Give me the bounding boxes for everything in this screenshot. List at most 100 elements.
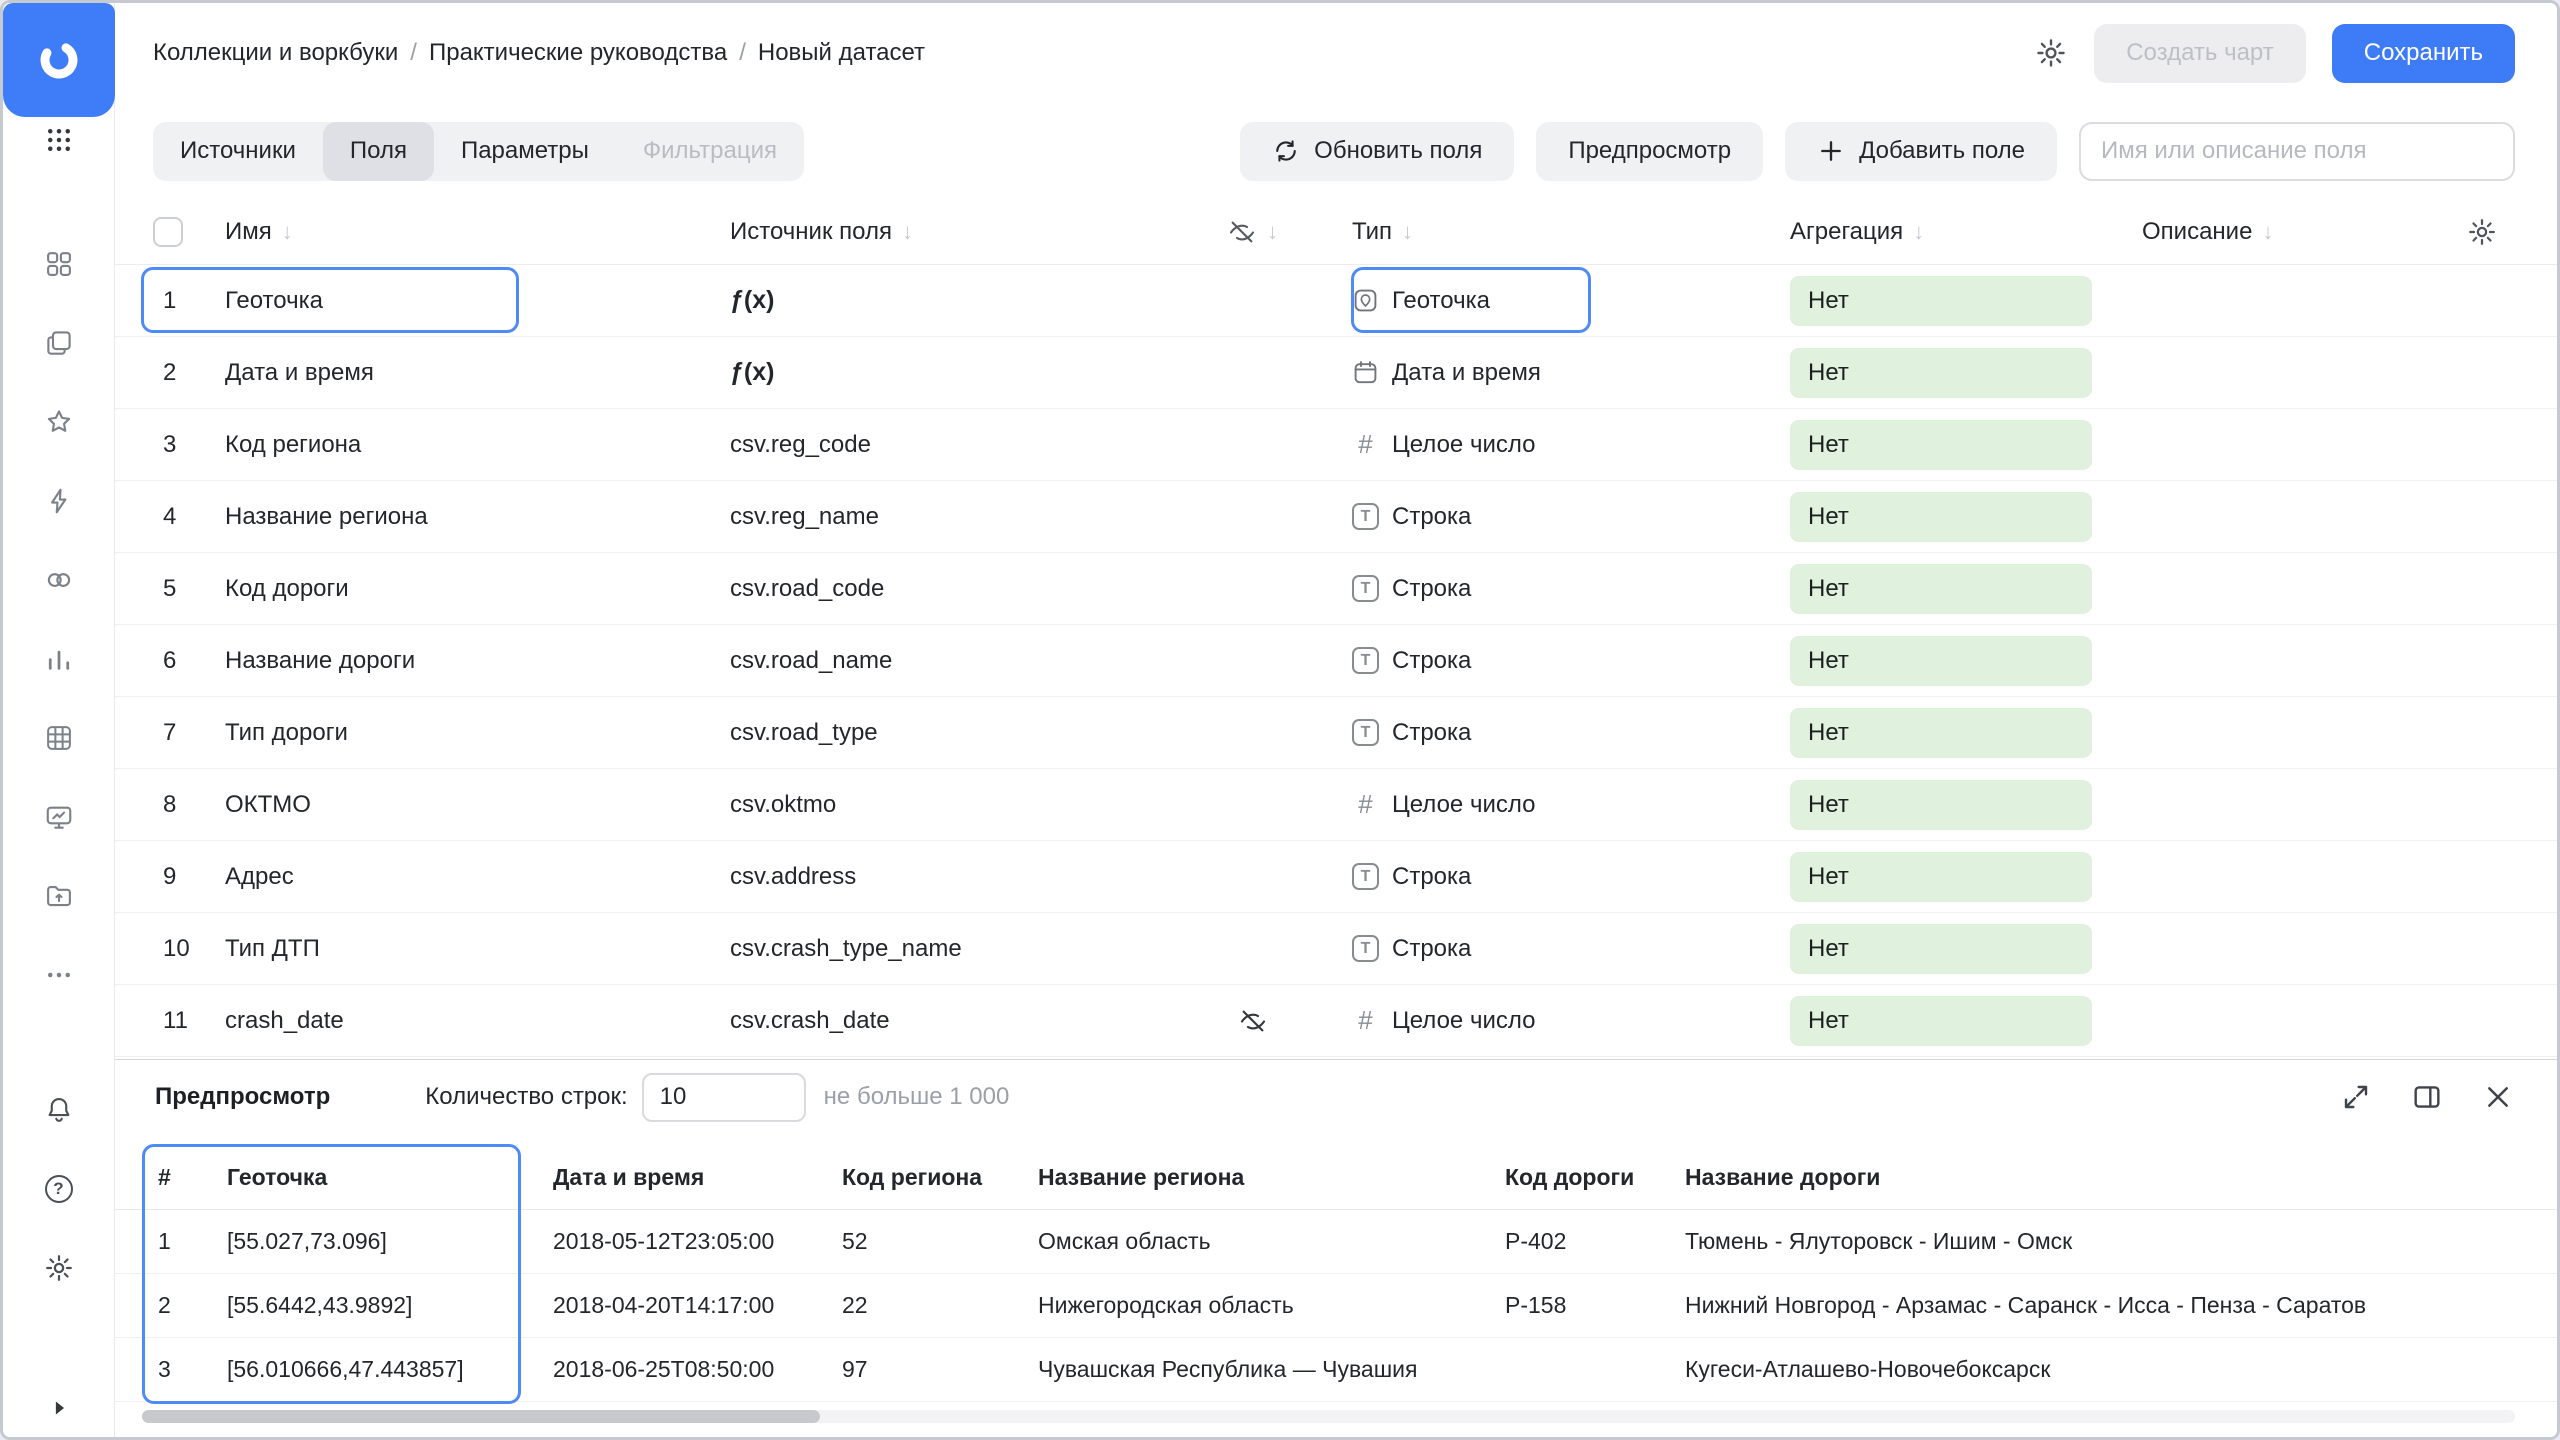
field-name[interactable]: Название региона bbox=[225, 503, 730, 531]
field-type[interactable]: TСтрока bbox=[1300, 575, 1790, 603]
aggregation-badge[interactable]: Нет bbox=[1790, 348, 2092, 398]
split-view-icon[interactable] bbox=[2410, 1080, 2444, 1114]
aggregation-badge[interactable]: Нет bbox=[1790, 636, 2092, 686]
field-type[interactable]: #Целое число bbox=[1300, 791, 1790, 819]
breadcrumb-workbook[interactable]: Практические руководства bbox=[429, 39, 727, 67]
field-name[interactable]: Дата и время bbox=[225, 359, 730, 387]
field-aggregation[interactable]: Нет bbox=[1790, 780, 2125, 830]
field-name[interactable]: Тип дороги bbox=[225, 719, 730, 747]
aggregation-badge[interactable]: Нет bbox=[1790, 708, 2092, 758]
field-aggregation[interactable]: Нет bbox=[1790, 420, 2125, 470]
breadcrumb-collections[interactable]: Коллекции и воркбуки bbox=[153, 39, 398, 67]
horizontal-scrollbar[interactable] bbox=[142, 1410, 2515, 1423]
save-button[interactable]: Сохранить bbox=[2332, 24, 2515, 83]
select-all-checkbox[interactable] bbox=[153, 217, 183, 247]
field-type[interactable]: TСтрока bbox=[1300, 647, 1790, 675]
scrollbar-thumb[interactable] bbox=[142, 1410, 820, 1423]
column-header-aggregation[interactable]: Агрегация↓ bbox=[1790, 218, 2125, 246]
favorites-icon[interactable] bbox=[44, 407, 74, 437]
preview-button[interactable]: Предпросмотр bbox=[1536, 122, 1763, 181]
collections-icon[interactable] bbox=[44, 328, 74, 358]
field-aggregation[interactable]: Нет bbox=[1790, 996, 2125, 1046]
field-aggregation[interactable]: Нет bbox=[1790, 852, 2125, 902]
aggregation-badge[interactable]: Нет bbox=[1790, 996, 2092, 1046]
rows-count-input[interactable] bbox=[642, 1073, 806, 1122]
field-name[interactable]: Код дороги bbox=[225, 575, 730, 603]
settings-icon[interactable] bbox=[44, 1253, 74, 1283]
field-aggregation[interactable]: Нет bbox=[1790, 708, 2125, 758]
aggregation-badge[interactable]: Нет bbox=[1790, 924, 2092, 974]
apps-grid-icon[interactable] bbox=[44, 125, 74, 155]
field-name[interactable]: Геоточка bbox=[225, 287, 730, 315]
add-field-button[interactable]: Добавить поле bbox=[1785, 122, 2057, 181]
aggregation-badge[interactable]: Нет bbox=[1790, 852, 2092, 902]
aggregation-badge[interactable]: Нет bbox=[1790, 780, 2092, 830]
column-header-hidden[interactable]: ↓ bbox=[1205, 217, 1300, 247]
field-aggregation[interactable]: Нет bbox=[1790, 924, 2125, 974]
field-type[interactable]: Геоточка bbox=[1300, 287, 1790, 315]
column-header-description[interactable]: Описание↓ bbox=[2125, 218, 2447, 246]
field-hidden-toggle[interactable] bbox=[1205, 1006, 1300, 1036]
close-preview-icon[interactable] bbox=[2481, 1080, 2515, 1114]
field-name[interactable]: crash_date bbox=[225, 1007, 730, 1035]
field-type[interactable]: Дата и время bbox=[1300, 359, 1790, 387]
tab-parameters[interactable]: Параметры bbox=[434, 122, 616, 181]
collapse-icon[interactable] bbox=[44, 1393, 74, 1423]
charts-icon[interactable] bbox=[44, 644, 74, 674]
editor-icon[interactable] bbox=[44, 802, 74, 832]
column-header-type[interactable]: Тип↓ bbox=[1300, 218, 1790, 246]
datasets-icon[interactable] bbox=[44, 723, 74, 753]
field-aggregation[interactable]: Нет bbox=[1790, 348, 2125, 398]
field-aggregation[interactable]: Нет bbox=[1790, 636, 2125, 686]
field-type[interactable]: #Целое число bbox=[1300, 1007, 1790, 1035]
help-icon[interactable]: ? bbox=[44, 1174, 74, 1204]
column-header-source[interactable]: Источник поля↓ bbox=[730, 218, 1205, 246]
refresh-fields-button[interactable]: Обновить поля bbox=[1240, 122, 1514, 181]
field-type[interactable]: #Целое число bbox=[1300, 431, 1790, 459]
tab-fields[interactable]: Поля bbox=[323, 122, 434, 181]
field-row[interactable]: 11crash_datecsv.crash_date#Целое числоНе… bbox=[115, 985, 2557, 1057]
field-row[interactable]: 6Название дорогиcsv.road_nameTСтрокаНет bbox=[115, 625, 2557, 697]
field-name[interactable]: Тип ДТП bbox=[225, 935, 730, 963]
more-icon[interactable] bbox=[44, 960, 74, 990]
field-type[interactable]: TСтрока bbox=[1300, 719, 1790, 747]
field-name[interactable]: Код региона bbox=[225, 431, 730, 459]
tab-sources[interactable]: Источники bbox=[153, 122, 323, 181]
aggregation-badge[interactable]: Нет bbox=[1790, 492, 2092, 542]
field-row[interactable]: 10Тип ДТПcsv.crash_type_nameTСтрокаНет bbox=[115, 913, 2557, 985]
column-header-name[interactable]: Имя↓ bbox=[225, 218, 730, 246]
services-icon[interactable] bbox=[44, 565, 74, 595]
connections-icon[interactable] bbox=[44, 486, 74, 516]
field-type[interactable]: TСтрока bbox=[1300, 863, 1790, 891]
geopoint-icon bbox=[1352, 287, 1379, 314]
aggregation-badge[interactable]: Нет bbox=[1790, 564, 2092, 614]
field-name[interactable]: ОКТМО bbox=[225, 791, 730, 819]
sort-arrow-icon: ↓ bbox=[1913, 219, 1924, 245]
field-row[interactable]: 7Тип дорогиcsv.road_typeTСтрокаНет bbox=[115, 697, 2557, 769]
field-type[interactable]: TСтрока bbox=[1300, 503, 1790, 531]
field-aggregation[interactable]: Нет bbox=[1790, 564, 2125, 614]
table-settings-icon[interactable] bbox=[2447, 217, 2517, 247]
field-row[interactable]: 1Геоточкаƒ(x)ГеоточкаНет bbox=[115, 265, 2557, 337]
field-row[interactable]: 8ОКТМОcsv.oktmo#Целое числоНет bbox=[115, 769, 2557, 841]
aggregation-badge[interactable]: Нет bbox=[1790, 276, 2092, 326]
field-row[interactable]: 5Код дорогиcsv.road_codeTСтрокаНет bbox=[115, 553, 2557, 625]
dashboards-icon[interactable] bbox=[44, 249, 74, 279]
field-row[interactable]: 9Адресcsv.addressTСтрокаНет bbox=[115, 841, 2557, 913]
field-row[interactable]: 4Название регионаcsv.reg_nameTСтрокаНет bbox=[115, 481, 2557, 553]
field-row[interactable]: 2Дата и времяƒ(x)Дата и времяНет bbox=[115, 337, 2557, 409]
dataset-settings-icon[interactable] bbox=[2034, 36, 2068, 70]
aggregation-badge[interactable]: Нет bbox=[1790, 420, 2092, 470]
field-aggregation[interactable]: Нет bbox=[1790, 276, 2125, 326]
field-type[interactable]: TСтрока bbox=[1300, 935, 1790, 963]
datalens-logo[interactable] bbox=[3, 3, 115, 117]
create-chart-button[interactable]: Создать чарт bbox=[2094, 24, 2306, 83]
expand-preview-icon[interactable] bbox=[2339, 1080, 2373, 1114]
field-row[interactable]: 3Код регионаcsv.reg_code#Целое числоНет bbox=[115, 409, 2557, 481]
field-aggregation[interactable]: Нет bbox=[1790, 492, 2125, 542]
field-name[interactable]: Название дороги bbox=[225, 647, 730, 675]
field-name[interactable]: Адрес bbox=[225, 863, 730, 891]
storage-icon[interactable] bbox=[44, 881, 74, 911]
notifications-icon[interactable] bbox=[44, 1095, 74, 1125]
field-search-input[interactable] bbox=[2079, 122, 2515, 181]
